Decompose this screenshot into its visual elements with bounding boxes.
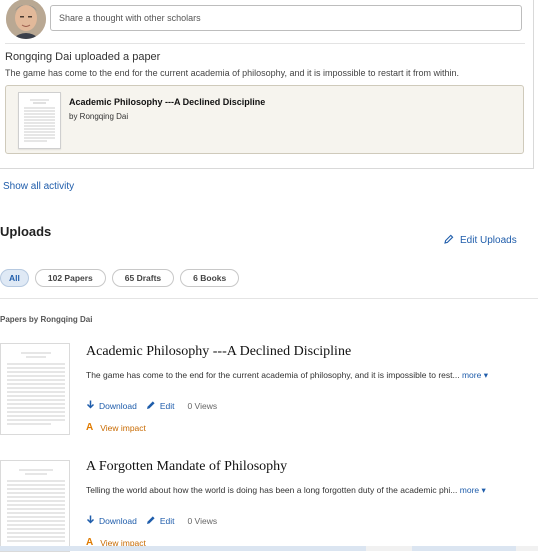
paper-title[interactable]: Academic Philosophy ---A Declined Discip… [86, 344, 351, 360]
view-impact-label: View impact [100, 422, 146, 433]
tab-drafts[interactable]: 65 Drafts [111, 269, 175, 287]
edit-button[interactable]: Edit [146, 515, 175, 527]
paper-thumbnail[interactable] [18, 92, 61, 149]
tab-books[interactable]: 6 Books [180, 269, 240, 287]
uploads-tabs: All 102 Papers 65 Drafts 6 Books [0, 269, 240, 287]
activity-card: Rongqing Dai uploaded a paper The game h… [0, 0, 534, 169]
activity-description: The game has come to the end for the cur… [5, 68, 460, 78]
caret-down-icon: ▾ [481, 370, 488, 380]
uploads-heading: Uploads [0, 224, 52, 239]
bottom-scroll-strip [0, 546, 538, 551]
more-link[interactable]: more ▾ [460, 485, 486, 495]
edit-label: Edit [159, 516, 175, 526]
papers-by-heading: Papers by Rongqing Dai [0, 315, 93, 324]
share-thought-input[interactable] [50, 5, 522, 31]
views-count: 0 Views [187, 516, 218, 526]
paper-title[interactable]: A Forgotten Mandate of Philosophy [86, 459, 287, 475]
more-label: more [459, 485, 480, 495]
download-label: Download [99, 516, 137, 526]
paper-description-text: The game has come to the end for the cur… [86, 370, 460, 380]
edit-button[interactable]: Edit [146, 400, 175, 412]
card-divider [5, 43, 525, 44]
paper-actions: Download Edit 0 Views [86, 400, 217, 412]
paper-thumbnail[interactable] [0, 343, 70, 435]
more-label: more [461, 370, 482, 380]
strip-segment [366, 546, 412, 551]
download-icon [86, 515, 95, 527]
edit-uploads-button[interactable]: Edit Uploads [444, 234, 517, 247]
edit-uploads-label: Edit Uploads [460, 235, 517, 246]
paper-description: The game has come to the end for the cur… [86, 370, 488, 381]
pencil-icon [146, 515, 156, 527]
impact-icon: A [86, 422, 94, 433]
more-link[interactable]: more ▾ [462, 370, 488, 380]
download-button[interactable]: Download [86, 400, 137, 412]
activity-paper-title[interactable]: Academic Philosophy ---A Declined Discip… [69, 97, 265, 107]
show-all-activity-link[interactable]: Show all activity [3, 181, 74, 192]
download-button[interactable]: Download [86, 515, 137, 527]
caret-down-icon: ▾ [479, 485, 486, 495]
view-impact-link[interactable]: A View impact [86, 422, 146, 433]
download-icon [86, 400, 95, 412]
views-count: 0 Views [187, 401, 218, 411]
download-label: Download [99, 401, 137, 411]
paper-description-text: Telling the world about how the world is… [86, 485, 458, 495]
pencil-icon [146, 400, 156, 412]
activity-paper-card[interactable]: Academic Philosophy ---A Declined Discip… [5, 85, 524, 154]
tab-papers[interactable]: 102 Papers [34, 269, 106, 287]
section-divider [0, 298, 538, 299]
activity-paper-author: by Rongqing Dai [69, 112, 129, 121]
strip-segment [516, 546, 538, 551]
paper-thumbnail[interactable] [0, 460, 70, 552]
paper-description: Telling the world about how the world is… [86, 485, 486, 496]
tab-all[interactable]: All [0, 269, 29, 287]
edit-label: Edit [159, 401, 175, 411]
avatar[interactable] [6, 0, 46, 39]
pencil-icon [444, 234, 454, 247]
activity-title: Rongqing Dai uploaded a paper [5, 51, 161, 63]
paper-actions: Download Edit 0 Views [86, 515, 217, 527]
